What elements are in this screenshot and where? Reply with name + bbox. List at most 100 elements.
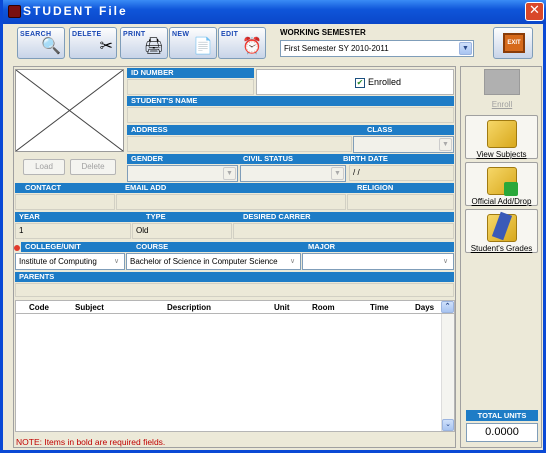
total-units-label: TOTAL UNITS: [466, 410, 538, 421]
contact-label: CONTACT: [25, 183, 62, 192]
gender-select[interactable]: ▼: [127, 165, 238, 182]
course-select[interactable]: Bachelor of Science in Computer Science …: [126, 253, 301, 270]
official-add-drop-label: Official Add/Drop: [471, 197, 532, 206]
title-bar: STUDENT File ✕: [3, 0, 546, 24]
search-button[interactable]: SEARCH 🔍: [17, 27, 65, 59]
view-subjects-label: View Subjects: [476, 150, 527, 159]
chevron-down-icon[interactable]: ▼: [459, 42, 472, 55]
desired-carrer-label: DESIRED CARRER: [243, 212, 311, 221]
col-unit: Unit: [274, 303, 290, 312]
working-semester-value: First Semester SY 2010-2011: [284, 44, 389, 53]
search-icon: 🔍: [41, 38, 61, 55]
gender-label: GENDER: [131, 154, 164, 163]
app-icon: [8, 5, 21, 18]
students-grades-label: Student's Grades: [470, 244, 533, 253]
photo-delete-button[interactable]: Delete: [70, 159, 116, 175]
delete-button-label: DELETE: [72, 31, 102, 38]
edit-button-label: EDIT: [221, 31, 239, 38]
chevron-down-icon[interactable]: ∨: [439, 255, 452, 268]
delete-button[interactable]: DELETE ✂: [69, 27, 117, 59]
student-photo: [15, 69, 124, 152]
chevron-down-icon[interactable]: ∨: [110, 255, 123, 268]
working-semester-select[interactable]: First Semester SY 2010-2011 ▼: [280, 40, 474, 57]
year-field[interactable]: 1: [15, 223, 131, 239]
scroll-up-button[interactable]: ⌃: [441, 301, 454, 313]
enrolled-checkbox[interactable]: ✔: [355, 78, 365, 88]
folder-arrow-icon: [486, 167, 518, 196]
students-name-field[interactable]: [127, 107, 454, 123]
new-button[interactable]: NEW 📄: [169, 27, 217, 59]
exit-button[interactable]: EXIT: [493, 27, 533, 59]
photo-placeholder-icon: [16, 70, 123, 151]
print-button[interactable]: PRINT 🖨: [120, 27, 168, 59]
enrolled-box: ✔ Enrolled: [256, 69, 454, 95]
print-button-label: PRINT: [123, 31, 146, 38]
grades-pencil-icon: [486, 211, 517, 242]
photo-load-button[interactable]: Load: [23, 159, 65, 175]
enroll-button[interactable]: Enroll: [481, 69, 523, 111]
subjects-grid-scrollbar[interactable]: ⌄: [441, 314, 454, 431]
id-number-label: ID NUMBER: [127, 68, 254, 78]
religion-field[interactable]: [347, 194, 454, 210]
address-label: ADDRESS: [131, 125, 168, 134]
subjects-grid-header: Code Subject Description Unit Room Time …: [15, 300, 455, 314]
chevron-down-icon[interactable]: ▼: [331, 167, 344, 180]
view-subjects-button[interactable]: View Subjects: [465, 115, 538, 159]
birth-date-label: BIRTH DATE: [343, 154, 388, 163]
chevron-down-icon[interactable]: ∨: [286, 255, 299, 268]
students-name-label: STUDENT'S NAME: [127, 96, 454, 106]
official-add-drop-button[interactable]: Official Add/Drop: [465, 162, 538, 206]
email-field[interactable]: [116, 194, 346, 210]
civil-status-select[interactable]: ▼: [240, 165, 346, 182]
major-label: MAJOR: [308, 242, 336, 251]
edit-clock-icon: ⏰: [242, 38, 262, 55]
exit-door-icon: EXIT: [503, 33, 525, 53]
course-label: COURSE: [136, 242, 169, 251]
search-button-label: SEARCH: [20, 31, 52, 38]
chevron-down-icon[interactable]: ▼: [223, 167, 236, 180]
col-days: Days: [415, 303, 435, 312]
contact-field[interactable]: [15, 194, 115, 210]
class-select[interactable]: ▼: [353, 136, 454, 153]
email-label: EMAIL ADD: [125, 183, 167, 192]
course-value: Bachelor of Science in Computer Science: [130, 257, 278, 266]
contact-email-religion-bar: CONTACT EMAIL ADD RELIGION: [15, 183, 454, 193]
scissors-icon: ✂: [99, 38, 113, 55]
col-code: Code: [29, 303, 49, 312]
address-field[interactable]: [127, 136, 352, 152]
required-marker: [14, 245, 20, 251]
parents-field[interactable]: [15, 283, 454, 297]
printer-icon: 🖨: [143, 38, 164, 55]
id-number-field[interactable]: [127, 79, 254, 95]
parents-label: PARENTS: [15, 272, 454, 282]
college-select[interactable]: Institute of Computing ∨: [15, 253, 125, 270]
college-course-major-bar: COLLEGE/UNIT COURSE MAJOR: [21, 242, 454, 252]
type-label: TYPE: [146, 212, 166, 221]
birth-date-field[interactable]: / /: [349, 165, 454, 181]
working-semester-label: WORKING SEMESTER: [280, 28, 366, 37]
subjects-grid-body[interactable]: ⌄: [15, 314, 455, 432]
total-units-value: 0.0000: [466, 423, 538, 442]
college-value: Institute of Computing: [19, 257, 97, 266]
edit-button[interactable]: EDIT ⏰: [218, 27, 266, 59]
new-button-label: NEW: [172, 31, 190, 38]
enrolled-label: Enrolled: [368, 77, 402, 87]
gender-civil-birth-bar: GENDER CIVIL STATUS BIRTH DATE: [127, 154, 454, 164]
col-room: Room: [312, 303, 335, 312]
type-field[interactable]: Old: [132, 223, 232, 239]
desired-carrer-field[interactable]: [233, 223, 454, 239]
enroll-icon: [484, 69, 520, 95]
required-fields-note: NOTE: Items in bold are required fields.: [16, 437, 166, 447]
chevron-down-icon[interactable]: ▼: [439, 138, 452, 151]
major-select[interactable]: ∨: [302, 253, 454, 270]
enroll-label: Enroll: [491, 100, 513, 109]
college-label: COLLEGE/UNIT: [25, 242, 81, 251]
civil-status-label: CIVIL STATUS: [243, 154, 294, 163]
folder-search-icon: [486, 120, 517, 148]
students-grades-button[interactable]: Student's Grades: [465, 209, 538, 253]
scroll-down-button[interactable]: ⌄: [442, 419, 454, 431]
class-label: CLASS: [367, 125, 393, 134]
col-time: Time: [370, 303, 389, 312]
close-button[interactable]: ✕: [525, 2, 544, 21]
year-type-carrer-bar: YEAR TYPE DESIRED CARRER: [15, 212, 454, 222]
